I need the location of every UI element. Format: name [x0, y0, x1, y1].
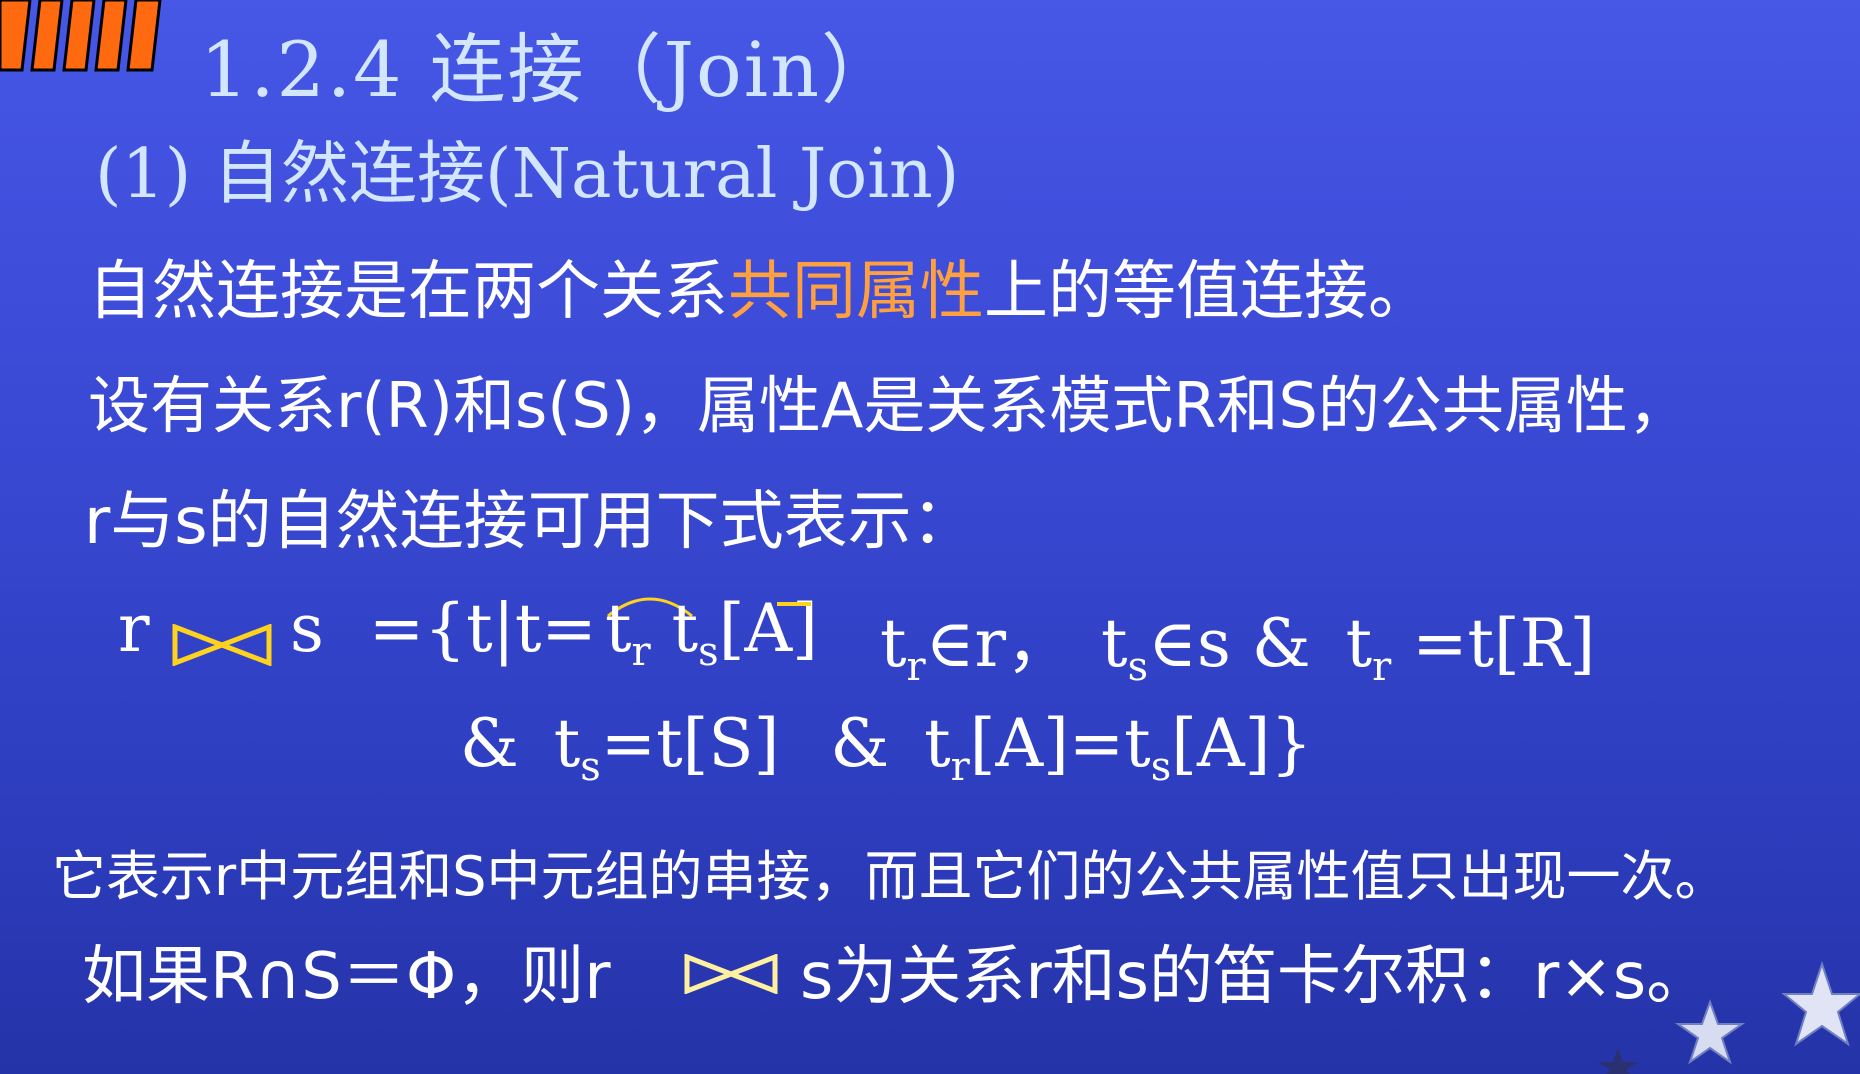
formula-eq-tr: =t[R] — [1412, 605, 1596, 682]
formula-amp-1: & — [460, 705, 519, 782]
definition-highlight: 共同属性 — [728, 255, 984, 329]
formula-t4: t — [1101, 605, 1128, 682]
star-icon — [1781, 960, 1860, 1047]
formula-t7: t — [924, 705, 951, 782]
formula-line-1: r — [118, 590, 150, 667]
formula-sub-s4: s — [1150, 744, 1172, 791]
formula-sub-s3: s — [580, 744, 601, 791]
formula-line-2: & ts=t[S] & tr[A]=ts[A]} — [460, 705, 1312, 790]
formula-t3: t — [880, 605, 907, 682]
formula-sub-r2: r — [906, 644, 926, 691]
stars-decoration — [1598, 960, 1860, 1074]
star-icon — [1598, 1048, 1638, 1074]
formula-eq-ts: =t[S] — [600, 705, 780, 782]
paragraph-definition: 自然连接是在两个关系共同属性上的等值连接。 — [88, 240, 1432, 332]
note-text: 它表示r中元组和S中元组的串接，而且它们的公共属性值只出现一次。 — [52, 845, 1729, 908]
formula-ts-a: [A]} — [1171, 705, 1313, 782]
formula-t1: t — [605, 590, 632, 667]
section-subtitle: (1) 自然连接(Natural Join) — [95, 135, 960, 214]
join-bowtie-icon — [172, 624, 272, 666]
formula-sub-r4: r — [950, 744, 970, 791]
formula-in-r: ∈r， — [925, 605, 1073, 682]
cartesian-line-start: 如果R∩S＝Φ，则r — [82, 940, 611, 1014]
definition-text-start: 自然连接是在两个关系 — [88, 255, 728, 329]
star-icon — [1674, 999, 1746, 1065]
formula-line-1-rest: s ={t|t= — [290, 590, 597, 667]
corner-stripes-decoration — [0, 0, 162, 72]
formula-sub-s1: s — [698, 629, 719, 676]
formula-membership: tr∈r， ts∈s & tr =t[R] — [880, 590, 1595, 690]
formula-in-s: ∈s & — [1148, 605, 1311, 682]
formula-r: r — [118, 590, 150, 667]
formula-sub-r1: r — [631, 629, 651, 676]
formula-t6: t — [553, 705, 581, 782]
definition-text-end: 上的等值连接。 — [984, 255, 1432, 329]
overbar-a — [777, 602, 811, 606]
formula-sub-r3: r — [1372, 644, 1392, 691]
formula-amp-2: & — [830, 705, 890, 782]
formula-sub-s2: s — [1127, 644, 1149, 691]
slide-title: 1.2.4 连接（Join） — [200, 25, 900, 114]
join-bowtie-icon — [684, 954, 778, 994]
formula-t5: t — [1345, 605, 1373, 682]
paragraph-expression-intro: r与s的自然连接可用下式表示： — [84, 485, 976, 559]
formula-s: s — [290, 590, 324, 667]
formula-set-open: ={t|t= — [368, 590, 597, 667]
formula-tr-a: [A]=t — [969, 705, 1151, 782]
formula-t2: t — [671, 590, 699, 667]
paragraph-assumption: 设有关系r(R)和s(S)，属性A是关系模式R和S的公共属性， — [88, 369, 1690, 442]
